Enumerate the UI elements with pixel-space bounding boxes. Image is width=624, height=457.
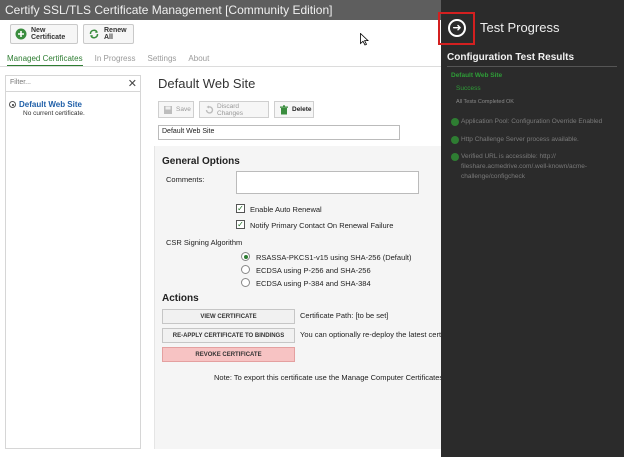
undo-icon — [204, 105, 214, 115]
mouse-cursor-icon — [360, 33, 369, 46]
test-progress-panel — [441, 0, 624, 457]
result-item-continued: fileshare.acmedrive.com/.well-known/acme… — [461, 163, 588, 170]
delete-button[interactable]: Delete — [274, 101, 314, 118]
enable-auto-renewal-checkbox[interactable]: ✓ — [236, 204, 245, 213]
export-note: Note: To export this certificate use the… — [214, 373, 441, 382]
certificate-name-field[interactable]: Default Web Site — [158, 125, 400, 140]
tab-divider — [0, 66, 441, 67]
csr-option-rsa-radio[interactable] — [241, 252, 250, 261]
site-status: No current certificate. — [23, 110, 85, 117]
site-status-icon — [9, 101, 16, 108]
result-item-continued: challenge/configcheck — [461, 173, 525, 180]
discard-changes-label: Discard Changes — [217, 102, 244, 117]
config-divider — [447, 66, 617, 67]
filter-input[interactable]: Filter... — [6, 76, 140, 92]
csr-algorithm-label: CSR Signing Algorithm — [166, 238, 243, 247]
result-site-name: Default Web Site — [451, 72, 503, 79]
delete-label: Delete — [292, 106, 312, 113]
comments-field[interactable] — [236, 171, 419, 194]
certificate-path-text: Certificate Path: [to be set] — [300, 311, 389, 320]
csr-option-p384-label: ECDSA using P-384 and SHA-384 — [256, 279, 371, 288]
result-item: Verified URL is accessible: http:// — [461, 153, 556, 160]
save-icon — [163, 105, 173, 115]
new-certificate-label: New Certificate — [31, 27, 66, 41]
renew-all-label: Renew All — [104, 27, 127, 41]
csr-option-p256-label: ECDSA using P-256 and SHA-256 — [256, 266, 371, 275]
csr-option-p384-radio[interactable] — [241, 278, 250, 287]
certificate-list-panel: Filter... ✕ Default Web Site No current … — [5, 75, 141, 449]
check-circle-icon — [451, 118, 459, 126]
result-item: Http Challenge Server process available. — [461, 136, 579, 143]
revoke-certificate-button[interactable]: REVOKE CERTIFICATE — [162, 347, 295, 362]
notify-contact-label: Notify Primary Contact On Renewal Failur… — [250, 221, 394, 230]
csr-option-p256-radio[interactable] — [241, 265, 250, 274]
list-item[interactable]: Default Web Site No current certificate. — [9, 100, 85, 117]
reapply-note: You can optionally re-deploy the latest … — [300, 330, 441, 339]
discard-changes-button[interactable]: Discard Changes — [199, 101, 269, 118]
result-all-completed: All Tests Completed OK — [456, 99, 514, 105]
actions-heading: Actions — [162, 293, 199, 304]
config-results-title: Configuration Test Results — [447, 52, 575, 63]
test-progress-title: Test Progress — [480, 20, 560, 35]
refresh-icon — [88, 28, 100, 40]
renew-all-button[interactable]: Renew All — [83, 24, 134, 44]
arrow-right-icon[interactable]: ➜ — [448, 19, 466, 37]
result-item: Application Pool: Configuration Override… — [461, 118, 603, 125]
save-label: Save — [176, 106, 191, 113]
reapply-bindings-button[interactable]: RE-APPLY CERTIFICATE TO BINDINGS — [162, 328, 295, 343]
check-circle-icon — [451, 136, 459, 144]
page-title: Default Web Site — [158, 76, 256, 91]
comments-label: Comments: — [166, 175, 205, 184]
site-name: Default Web Site — [19, 100, 82, 109]
notify-contact-checkbox[interactable]: ✓ — [236, 220, 245, 229]
csr-option-rsa-label: RSASSA-PKCS1-v15 using SHA-256 (Default) — [256, 253, 412, 262]
plus-icon — [15, 28, 27, 40]
close-icon[interactable]: ✕ — [128, 77, 137, 90]
enable-auto-renewal-label: Enable Auto Renewal — [250, 205, 322, 214]
new-certificate-button[interactable]: New Certificate — [10, 24, 78, 44]
save-button[interactable]: Save — [158, 101, 194, 118]
view-certificate-button[interactable]: VIEW CERTIFICATE — [162, 309, 295, 324]
check-circle-icon — [451, 153, 459, 161]
trash-icon — [279, 104, 289, 115]
general-options-heading: General Options — [162, 156, 240, 167]
result-success: Success — [456, 85, 481, 92]
